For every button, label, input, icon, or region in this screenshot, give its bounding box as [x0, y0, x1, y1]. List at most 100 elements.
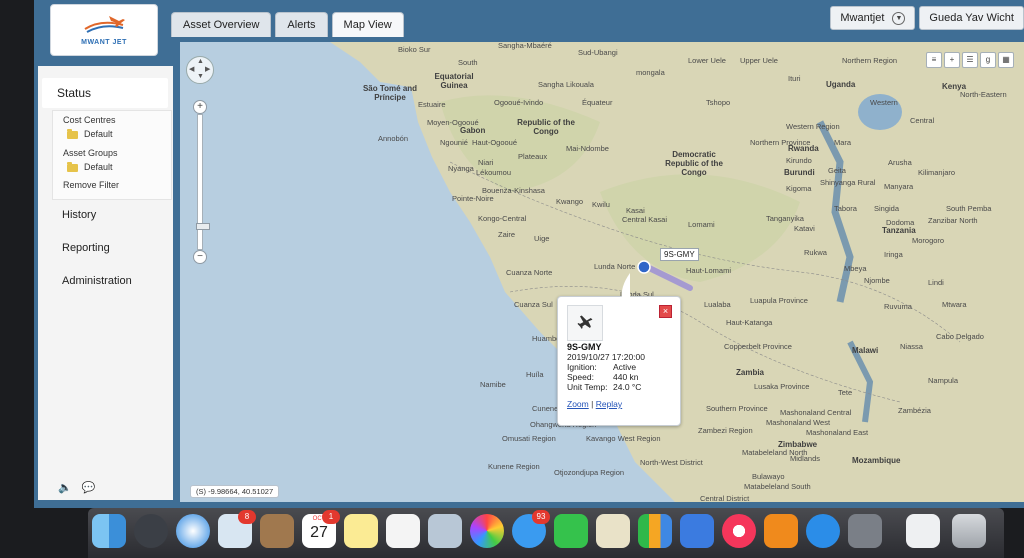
place-label: Matabeleland South	[744, 482, 811, 491]
list-icon[interactable]: ☰	[962, 52, 978, 68]
place-label: Mai-Ndombe	[566, 144, 609, 153]
place-label: Bioko Sur	[398, 45, 431, 54]
chat-icon[interactable]: 💬	[82, 481, 96, 494]
preview-icon[interactable]	[428, 514, 462, 548]
popup-row-ignition: Ignition: Active	[567, 362, 636, 372]
place-label: Sangha	[538, 80, 564, 89]
remove-filter-link[interactable]: Remove Filter	[63, 180, 119, 190]
popup-pointer	[621, 273, 630, 299]
place-label: Nyanga	[448, 164, 474, 173]
pan-left-icon[interactable]: ◀	[189, 65, 194, 73]
sidebar-item-label: Status	[57, 86, 92, 100]
zoom-out-button[interactable]: −	[193, 250, 207, 264]
contacts-icon[interactable]	[260, 514, 294, 548]
popup-row-key: Ignition:	[567, 362, 597, 372]
place-label: Huíla	[526, 370, 544, 379]
calendar-icon[interactable]: OCT 27 1	[302, 510, 340, 548]
sidebar-item-reporting[interactable]: Reporting	[62, 242, 110, 254]
books-icon[interactable]	[764, 514, 798, 548]
grid-icon[interactable]: ▦	[998, 52, 1014, 68]
zoom-slider-track[interactable]	[196, 114, 210, 250]
app-store-icon[interactable]	[806, 514, 840, 548]
logo-text: MWANT JET	[81, 39, 127, 46]
place-label: Republic of the Congo	[517, 118, 575, 136]
reminders-icon[interactable]	[386, 514, 420, 548]
vehicle-marker-icon[interactable]	[636, 260, 652, 274]
app-window: MWANT JET Asset Overview Alerts Map View…	[34, 0, 1024, 508]
popup-row-value: 24.0 °C	[613, 382, 642, 392]
place-label: Mbeya	[844, 264, 867, 273]
sidebar-item-history[interactable]: History	[62, 209, 96, 221]
place-label: Burundi	[784, 168, 815, 177]
place-label: Zaire	[498, 230, 516, 239]
keynote-icon[interactable]	[680, 514, 714, 548]
messages-badge: 93	[532, 510, 550, 524]
place-label: Plateaux	[518, 152, 548, 161]
sidebar-item-administration[interactable]: Administration	[62, 275, 132, 287]
zoom-link[interactable]: Zoom	[567, 399, 589, 409]
system-preferences-icon[interactable]	[848, 514, 882, 548]
place-label: Lindi	[928, 278, 944, 287]
layers-icon[interactable]: ≡	[926, 52, 942, 68]
place-label: Democratic Republic of the Congo	[665, 150, 723, 177]
tab-map-view[interactable]: Map View	[331, 12, 404, 37]
place-label: Kigoma	[786, 184, 812, 193]
place-label: Haut-Katanga	[726, 318, 773, 327]
macos-dock: 8 OCT 27 1 93	[88, 508, 1004, 558]
place-label: Central	[910, 116, 935, 125]
place-label: Omusati Region	[502, 434, 556, 443]
account-label: Mwantjet	[840, 12, 885, 24]
sidebar-item-status[interactable]: Status	[42, 78, 168, 108]
tab-alerts[interactable]: Alerts	[275, 12, 328, 37]
place-label: Tanganyika	[766, 214, 804, 223]
place-label: Sud-Ubangi	[578, 48, 618, 57]
place-label: Morogoro	[912, 236, 945, 245]
place-label: North-Eastern	[960, 90, 1007, 99]
place-label: Rwanda	[788, 144, 819, 153]
place-label: Mashonaland West	[766, 418, 831, 427]
main-tabs: Asset Overview Alerts Map View	[171, 12, 404, 37]
notes-icon[interactable]	[344, 514, 378, 548]
cost-centre-default[interactable]: Default	[67, 128, 113, 139]
pages-icon[interactable]	[596, 514, 630, 548]
pan-down-icon[interactable]: ▼	[197, 73, 204, 80]
replay-link[interactable]: Replay	[596, 399, 622, 409]
asset-group-default[interactable]: Default	[67, 161, 113, 172]
header-actions: Mwantjet ▼ Gueda Yav Wicht	[830, 6, 1024, 30]
place-label: Niassa	[900, 342, 923, 351]
google-icon[interactable]: g	[980, 52, 996, 68]
itunes-icon[interactable]	[722, 514, 756, 548]
place-label: Copperbelt Province	[724, 342, 792, 351]
facetime-icon[interactable]	[554, 514, 588, 548]
company-logo[interactable]: MWANT JET	[50, 4, 158, 56]
zoom-slider-thumb[interactable]	[196, 223, 210, 230]
cost-centres-label: Cost Centres	[63, 115, 116, 125]
account-dropdown[interactable]: Mwantjet ▼	[830, 6, 916, 30]
tab-asset-overview[interactable]: Asset Overview	[171, 12, 272, 37]
place-label: Haut-Ogooué	[472, 138, 518, 147]
close-icon[interactable]: ×	[659, 305, 672, 318]
place-label: Ogooué-Ivindo	[494, 98, 544, 107]
mail-icon[interactable]: 8	[218, 510, 256, 548]
messages-icon[interactable]: 93	[512, 510, 550, 548]
safari-icon[interactable]	[176, 514, 210, 548]
photos-icon[interactable]	[470, 514, 504, 548]
launchpad-icon[interactable]	[134, 514, 168, 548]
pan-up-icon[interactable]: ▲	[197, 58, 204, 65]
add-icon[interactable]: +	[944, 52, 960, 68]
map-view[interactable]: Bioko Sur Sangha-Mbaéré Sud-Ubangi Lower…	[180, 42, 1024, 502]
finder-icon[interactable]	[92, 514, 126, 548]
place-label: Cuanza Norte	[506, 268, 553, 277]
user-menu[interactable]: Gueda Yav Wicht	[919, 6, 1024, 30]
place-label: Sangha-Mbaéré	[498, 42, 552, 50]
trash-icon[interactable]	[952, 514, 986, 548]
vehicle-label[interactable]: 9S-GMY	[660, 248, 699, 261]
place-label: São Tomé and Príncipe	[362, 84, 418, 102]
speaker-icon[interactable]: 🔈	[58, 481, 72, 494]
zoom-in-button[interactable]: +	[193, 100, 207, 114]
document-stack-icon[interactable]	[906, 514, 940, 548]
pan-right-icon[interactable]: ▶	[205, 65, 210, 73]
place-label: Manyara	[884, 182, 914, 191]
numbers-icon[interactable]	[638, 514, 672, 548]
pan-control[interactable]: ▲ ▼ ◀ ▶	[186, 56, 214, 84]
